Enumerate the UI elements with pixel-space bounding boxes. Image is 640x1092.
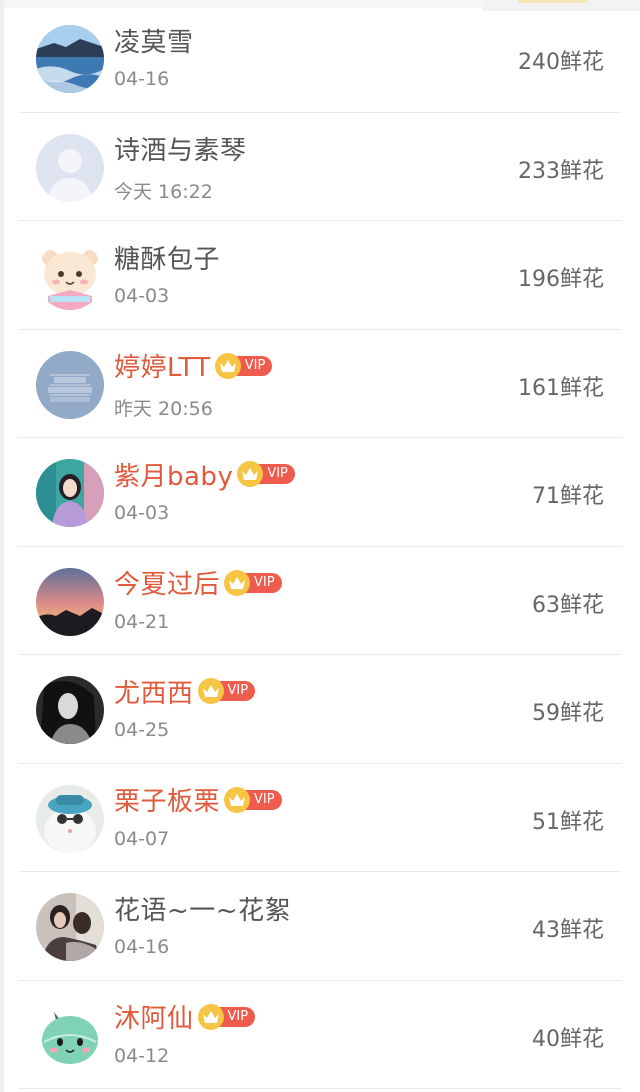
user-name[interactable]: 花语~一~花絮	[114, 890, 291, 927]
name-line: 诗酒与素琴	[114, 131, 247, 167]
list-item[interactable]: 凌莫雪 04-16 240鲜花	[0, 4, 640, 113]
flower-count: 161鲜花	[518, 375, 604, 401]
crown-icon	[224, 569, 251, 596]
list-item[interactable]: 婷婷LTT VIP 昨天 20:56 161鲜花	[0, 330, 640, 439]
flower-ranking-page: 凌莫雪 04-16 240鲜花 诗酒与素琴 今天 16:22 233鲜花 糖酥包…	[0, 0, 640, 1092]
list-item[interactable]: 花语~一~花絮 04-16 43鲜花	[0, 872, 640, 981]
date: 04-07	[114, 827, 170, 850]
flower-count: 43鲜花	[532, 918, 604, 943]
user-name[interactable]: 诗酒与素琴	[114, 130, 247, 167]
flower-count: 40鲜花	[532, 1026, 604, 1052]
list-item[interactable]: 沐阿仙 VIP 04-12 40鲜花	[0, 981, 640, 1090]
date: 昨天 20:56	[114, 397, 213, 420]
date: 04-03	[114, 502, 170, 524]
name-line: 紫月baby VIP	[114, 456, 295, 492]
date: 04-21	[114, 610, 170, 633]
flower-count: 59鲜花	[532, 701, 604, 726]
user-name[interactable]: 婷婷LTT	[114, 347, 211, 384]
cat-with-hat-avatar[interactable]	[36, 784, 104, 853]
green-dino-avatar[interactable]	[36, 1001, 104, 1070]
user-name[interactable]: 沐阿仙	[114, 998, 194, 1035]
name-line: 糖酥包子	[114, 239, 220, 275]
user-name[interactable]: 糖酥包子	[114, 239, 220, 276]
date: 今天 16:22	[114, 180, 213, 203]
date: 04-25	[114, 719, 170, 741]
text-logo-avatar[interactable]	[36, 350, 104, 419]
crown-icon	[224, 786, 251, 813]
list-item[interactable]: 糖酥包子 04-03 196鲜花	[0, 221, 640, 330]
flower-count: 233鲜花	[518, 158, 604, 184]
user-name[interactable]: 栗子板栗	[114, 781, 220, 818]
crown-icon	[197, 678, 224, 704]
date: 04-16	[114, 936, 170, 958]
user-name[interactable]: 紫月baby	[114, 456, 233, 493]
user-name[interactable]: 尤西西	[114, 673, 194, 710]
flower-count: 63鲜花	[532, 592, 604, 618]
couple-photo-avatar[interactable]	[36, 893, 104, 961]
vip-badge: VIP	[214, 352, 273, 379]
name-line: 尤西西 VIP	[114, 673, 256, 710]
list-item[interactable]: 今夏过后 VIP 04-21 63鲜花	[0, 547, 640, 656]
vip-badge: VIP	[224, 569, 282, 596]
name-line: 栗子板栗 VIP	[114, 782, 282, 818]
vip-badge: VIP	[224, 786, 282, 813]
list-item[interactable]: 尤西西 VIP 04-25 59鲜花	[0, 655, 640, 764]
crown-icon	[214, 352, 241, 379]
default-person-avatar[interactable]	[36, 133, 104, 202]
user-name[interactable]: 凌莫雪	[114, 22, 194, 59]
list-item[interactable]: 栗子板栗 VIP 04-07 51鲜花	[0, 764, 640, 873]
list-item[interactable]: 紫月baby VIP 04-03 71鲜花	[0, 438, 640, 547]
name-line: 沐阿仙 VIP	[114, 998, 256, 1035]
name-line: 今夏过后 VIP	[114, 565, 282, 601]
vip-badge: VIP	[197, 678, 256, 704]
flower-count: 196鲜花	[518, 267, 604, 292]
vip-badge: VIP	[197, 1003, 256, 1030]
flower-count: 240鲜花	[518, 50, 604, 75]
bw-portrait-avatar[interactable]	[36, 676, 104, 744]
crown-icon	[197, 1003, 224, 1030]
cartoon-hamster-avatar[interactable]	[36, 242, 104, 310]
date: 04-16	[114, 68, 170, 90]
name-line: 凌莫雪	[114, 22, 194, 58]
user-name[interactable]: 今夏过后	[114, 564, 220, 601]
name-line: 花语~一~花絮	[114, 890, 291, 926]
girl-photo-avatar[interactable]	[36, 459, 104, 527]
date: 04-12	[114, 1044, 170, 1067]
vip-badge: VIP	[237, 461, 295, 487]
date: 04-03	[114, 285, 170, 307]
sunset-photo-avatar[interactable]	[36, 567, 104, 636]
flower-count: 71鲜花	[532, 484, 604, 509]
ranking-list: 凌莫雪 04-16 240鲜花 诗酒与素琴 今天 16:22 233鲜花 糖酥包…	[0, 4, 640, 1089]
list-item[interactable]: 诗酒与素琴 今天 16:22 233鲜花	[0, 113, 640, 222]
seascape-photo-avatar[interactable]	[36, 25, 104, 93]
flower-count: 51鲜花	[532, 809, 604, 835]
name-line: 婷婷LTT VIP	[114, 347, 273, 384]
